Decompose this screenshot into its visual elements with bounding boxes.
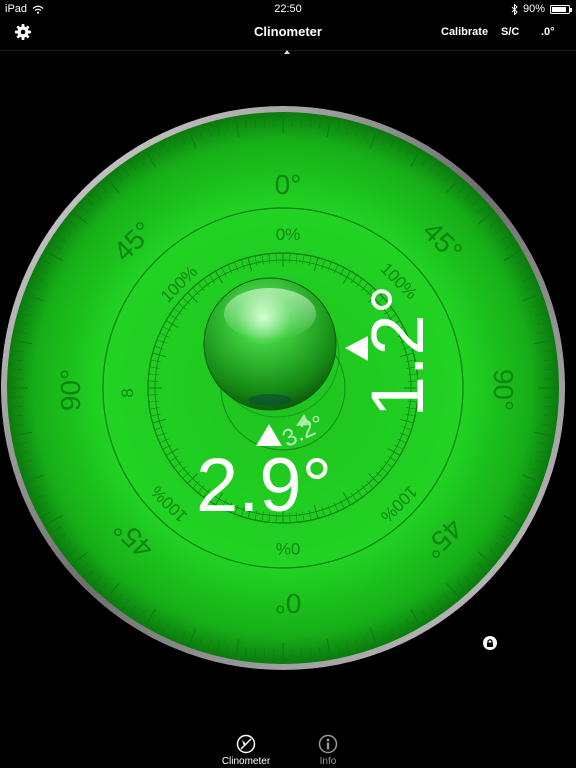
- label-bottom-percent: 0%: [276, 539, 301, 558]
- clinometer-icon: [236, 734, 256, 754]
- label-right-degree: 90°: [488, 369, 519, 411]
- label-left-degree: 90°: [55, 369, 86, 411]
- label-top-percent: 0%: [276, 225, 301, 244]
- tab-bar: Clinometer Info: [0, 730, 576, 768]
- level-bubble: [203, 277, 337, 411]
- clinometer-dial: 0° 0° 90° 90° 45° 45° 45° 45° 0% 0% 8 10…: [1, 106, 565, 670]
- lock-icon[interactable]: [483, 636, 497, 650]
- label-top-degree: 0°: [275, 169, 302, 200]
- tab-clinometer[interactable]: Clinometer: [216, 734, 276, 767]
- info-icon: [318, 734, 338, 754]
- label-left-percent: 8: [118, 388, 137, 397]
- label-bottom-degree: 0°: [275, 588, 302, 619]
- horizontal-angle-readout: 2.9°: [196, 443, 333, 528]
- vertical-angle-readout: 1.2°: [356, 284, 440, 418]
- tab-clinometer-label: Clinometer: [221, 756, 271, 767]
- tab-info-label: Info: [319, 756, 337, 767]
- tab-info[interactable]: Info: [298, 734, 358, 767]
